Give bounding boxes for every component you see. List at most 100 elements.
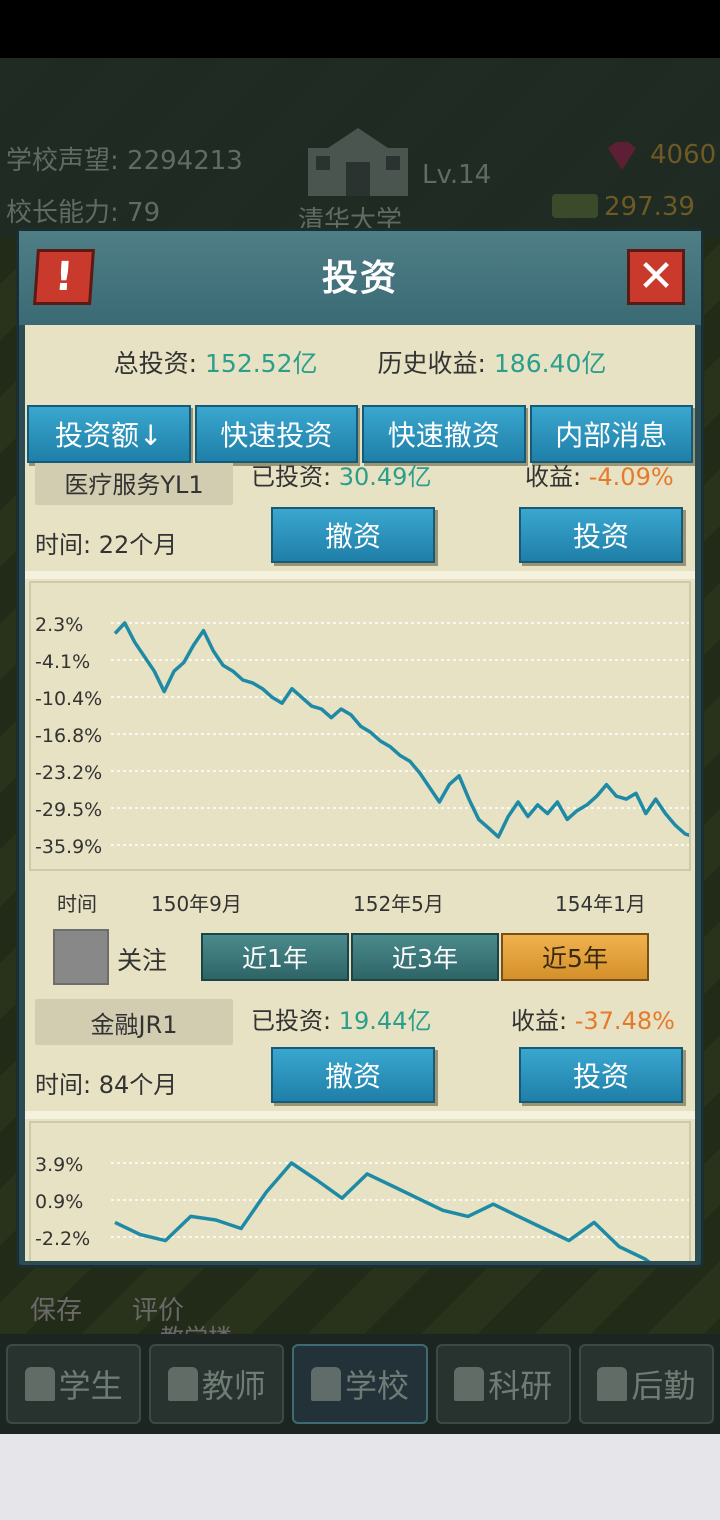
school-building-icon — [308, 128, 408, 196]
invest-button[interactable]: 投资 — [519, 507, 683, 563]
school-icon — [311, 1367, 341, 1401]
divider — [25, 571, 695, 579]
invested-label: 已投资: — [251, 463, 332, 491]
system-nav-bar — [0, 1434, 720, 1520]
x-axis-label: 时间 — [57, 892, 97, 916]
invested-label: 已投资: — [251, 1007, 332, 1035]
divider — [25, 1111, 695, 1119]
flask-icon — [454, 1367, 485, 1401]
range-1y-button[interactable]: 近1年 — [201, 933, 349, 981]
reputation-value: 2294213 — [127, 146, 243, 176]
quick-invest-button[interactable]: 快速投资 — [194, 405, 358, 463]
time-info: 时间: 22个月 — [35, 525, 177, 560]
gem-icon — [608, 142, 636, 170]
nav-tab-research[interactable]: 科研 — [435, 1344, 571, 1424]
y-tick-label: 0.9% — [35, 1191, 83, 1213]
investment-card: 金融JR1 已投资: 19.44亿 收益: -37.48% 时间: 84个月 撤… — [25, 991, 695, 1121]
nav-tab-label: 科研 — [488, 1367, 553, 1405]
action-tabs: 投资额↓ 快速投资 快速撤资 内部消息 — [25, 405, 695, 463]
cash-icon — [552, 194, 598, 218]
total-investment: 总投资: 152.52亿 — [114, 344, 318, 380]
range-3y-button[interactable]: 近3年 — [351, 933, 499, 981]
nav-tab-label: 后勤 — [631, 1367, 696, 1405]
insider-news-button[interactable]: 内部消息 — [529, 405, 693, 463]
invested-value: 19.44亿 — [338, 1007, 432, 1035]
close-button[interactable]: ✕ — [627, 249, 685, 305]
save-button: 保存 — [30, 1296, 83, 1326]
x-tick-label: 152年5月 — [353, 892, 444, 916]
nav-tab-logistics[interactable]: 后勤 — [578, 1344, 715, 1424]
y-tick-label: -10.4% — [35, 688, 102, 710]
return-info: 收益: -4.09% — [525, 463, 674, 492]
quick-withdraw-button[interactable]: 快速撤资 — [362, 405, 526, 463]
history-return-value: 186.40亿 — [493, 349, 607, 378]
invested-info: 已投资: 30.49亿 — [251, 463, 431, 492]
dialog-title: 投资 — [321, 258, 398, 299]
return-chart: 3.9% 0.9% -2.2% — [29, 1121, 695, 1261]
teacher-icon — [167, 1367, 198, 1401]
y-tick-label: 3.9% — [35, 1154, 83, 1176]
investment-card: 医疗服务YL1 已投资: 30.49亿 收益: -4.09% 时间: 22个月 … — [25, 463, 695, 579]
dialog-header: ! 投资 ✕ — [19, 231, 701, 325]
nav-tab-label: 学校 — [345, 1367, 410, 1405]
return-chart-svg: 2.3% -4.1% -10.4% -16.8% -23.2% -29.5% -35.9% 时… — [35, 614, 695, 916]
series-line — [114, 1161, 651, 1261]
time-value: 22个月 — [98, 531, 178, 559]
y-tick-label: -23.2% — [35, 762, 102, 784]
return-label: 收益: — [511, 1007, 568, 1035]
return-chart: 2.3% -4.1% -10.4% -16.8% -23.2% -29.5% -35.9% 时… — [29, 581, 695, 916]
gem-count: 4060 — [650, 140, 717, 170]
return-chart-svg: 3.9% 0.9% -2.2% — [35, 1154, 695, 1261]
y-tick-label: 2.3% — [35, 614, 83, 636]
follow-label: 关注 — [117, 946, 168, 975]
investment-name: 医疗服务YL1 — [35, 463, 233, 505]
history-return: 历史收益: 186.40亿 — [378, 344, 607, 380]
y-tick-label: -4.1% — [35, 651, 90, 673]
return-label: 收益: — [525, 463, 582, 491]
return-value: -37.48% — [574, 1007, 675, 1035]
nav-tab-students[interactable]: 学生 — [6, 1344, 142, 1424]
invest-button[interactable]: 投资 — [519, 1047, 683, 1103]
chart-controls: 关注 近1年 近3年 近5年 — [25, 929, 695, 987]
reputation-label: 学校声望: — [6, 146, 119, 176]
series-line — [113, 621, 695, 839]
bottom-nav: 学生 教师 学校 科研 后勤 — [0, 1334, 720, 1434]
investment-name: 金融JR1 — [35, 999, 233, 1045]
x-tick-label: 154年1月 — [555, 892, 646, 916]
time-info: 时间: 84个月 — [35, 1065, 177, 1100]
y-tick-label: -29.5% — [35, 799, 102, 821]
range-5y-button[interactable]: 近5年 — [501, 933, 649, 981]
invested-value: 30.49亿 — [338, 463, 432, 491]
follow-checkbox[interactable] — [53, 929, 109, 985]
investment-list[interactable]: 医疗服务YL1 已投资: 30.49亿 收益: -4.09% 时间: 22个月 … — [25, 463, 695, 1261]
investment-summary: 总投资: 152.52亿 历史收益: 186.40亿 — [25, 325, 695, 399]
withdraw-button[interactable]: 撤资 — [271, 1047, 435, 1103]
return-info: 收益: -37.48% — [511, 1001, 675, 1036]
x-tick-label: 150年9月 — [151, 892, 242, 916]
history-return-label: 历史收益: — [377, 349, 486, 378]
investment-dialog: ! 投资 ✕ 总投资: 152.52亿 历史收益: 186.40亿 投资额↓ 快… — [16, 228, 704, 1268]
total-investment-label: 总投资: — [113, 349, 198, 378]
y-tick-label: -2.2% — [35, 1228, 90, 1250]
total-investment-value: 152.52亿 — [205, 349, 318, 378]
ability-value: 79 — [127, 198, 161, 228]
dialog-content: 总投资: 152.52亿 历史收益: 186.40亿 投资额↓ 快速投资 快速撤… — [25, 325, 695, 1261]
y-tick-label: -35.9% — [35, 836, 102, 858]
clipboard-icon — [597, 1367, 628, 1401]
nav-tab-school[interactable]: 学校 — [292, 1344, 428, 1424]
student-icon — [24, 1367, 55, 1401]
return-value: -4.09% — [588, 463, 674, 491]
invested-info: 已投资: 19.44亿 — [251, 1001, 431, 1036]
time-label: 时间: — [35, 531, 92, 559]
reputation-display: 学校声望: 2294213 — [6, 140, 243, 177]
nav-tab-teachers[interactable]: 教师 — [149, 1344, 285, 1424]
ability-label: 校长能力: — [6, 198, 119, 228]
ability-display: 校长能力: 79 — [6, 192, 160, 229]
withdraw-button[interactable]: 撤资 — [271, 507, 435, 563]
sort-by-amount-button[interactable]: 投资额↓ — [27, 405, 191, 463]
school-level: Lv.14 — [422, 160, 492, 190]
time-value: 84个月 — [98, 1071, 178, 1099]
nav-tab-label: 教师 — [201, 1367, 266, 1405]
nav-tab-label: 学生 — [58, 1367, 123, 1405]
time-label: 时间: — [35, 1071, 92, 1099]
